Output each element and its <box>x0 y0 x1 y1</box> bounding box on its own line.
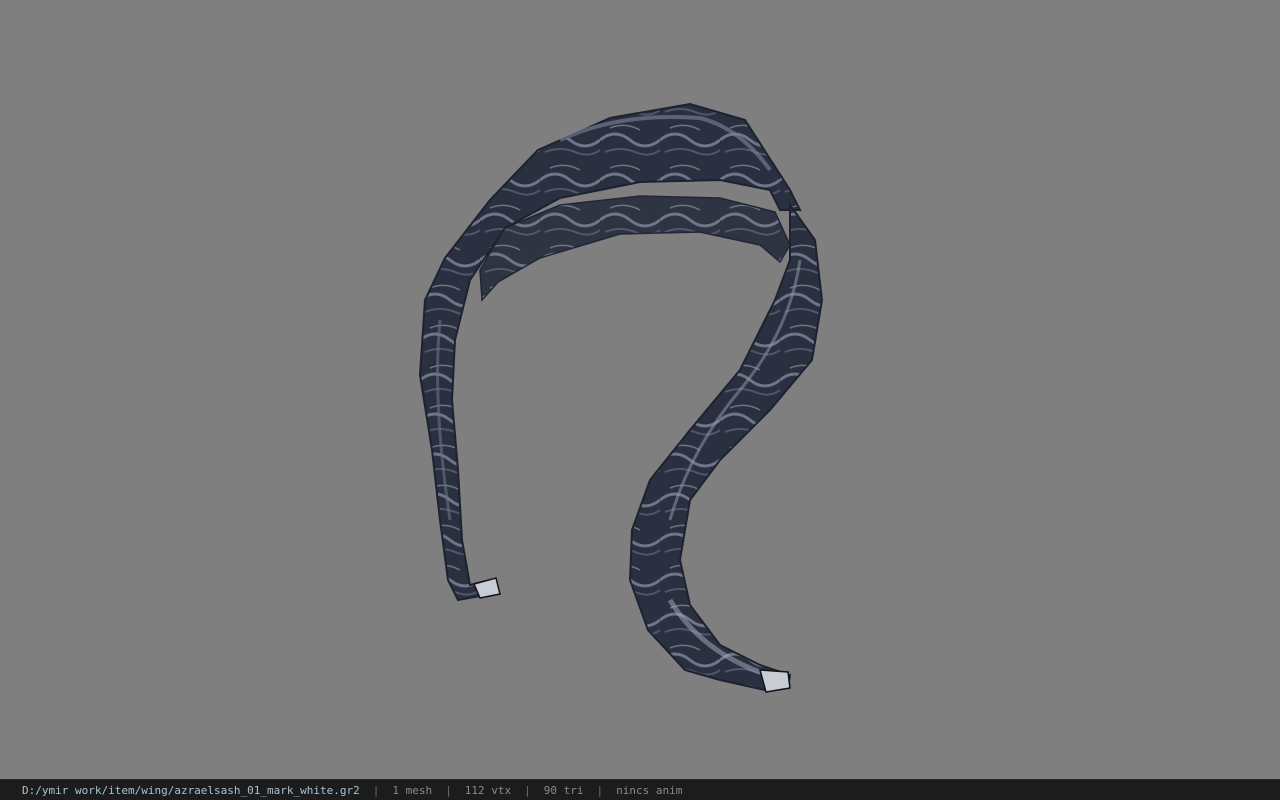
mesh-count: 1 mesh <box>392 783 433 797</box>
sash-outer-band <box>418 102 802 602</box>
vertex-count: 112 vtx <box>464 783 512 797</box>
sash-left-tip <box>472 577 501 599</box>
animation-status: nincs anim <box>616 783 683 797</box>
sash-right-tip <box>758 669 791 693</box>
sash-model <box>418 102 824 693</box>
file-path: D:/ymir work/item/wing/azraelsash_01_mar… <box>22 783 360 797</box>
separator: | <box>445 783 452 797</box>
triangle-count: 90 tri <box>543 783 584 797</box>
sash-right-strand <box>628 201 824 692</box>
separator: | <box>372 783 380 797</box>
status-bar: D:/ymir work/item/wing/azraelsash_01_mar… <box>0 779 1280 800</box>
3d-viewport[interactable] <box>0 0 1280 779</box>
separator: | <box>596 783 604 797</box>
separator: | <box>524 783 531 797</box>
